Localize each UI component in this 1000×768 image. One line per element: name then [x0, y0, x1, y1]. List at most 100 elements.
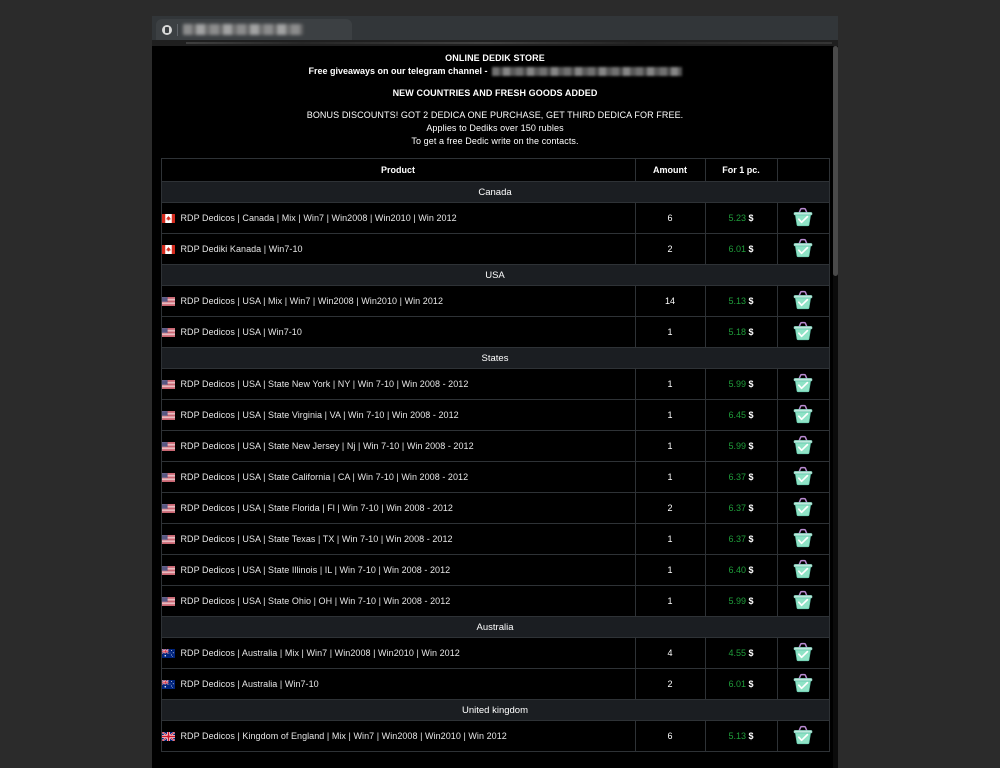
- basket-check-icon[interactable]: [792, 466, 814, 486]
- product-label: RDP Dedicos | USA | State New Jersey | N…: [181, 441, 474, 451]
- telegram-line: Free giveaways on our telegram channel -: [162, 65, 828, 78]
- table-row: RDP Dedicos | USA | State Texas | TX | W…: [161, 524, 829, 555]
- product-cell: RDP Dedicos | Australia | Win7-10: [161, 669, 635, 700]
- price-value: 6.01: [728, 244, 746, 254]
- product-label: RDP Dedicos | Canada | Mix | Win7 | Win2…: [181, 213, 457, 223]
- basket-check-icon[interactable]: [792, 290, 814, 310]
- product-cell: RDP Dedicos | Kingdom of England | Mix |…: [161, 721, 635, 752]
- product-label: RDP Dedicos | USA | Win7-10: [181, 327, 302, 337]
- product-cell: RDP Dedicos | Canada | Mix | Win7 | Win2…: [161, 203, 635, 234]
- telegram-link-redacted[interactable]: [492, 67, 682, 76]
- basket-check-icon[interactable]: [792, 321, 814, 341]
- buy-cell[interactable]: [777, 493, 829, 524]
- buy-cell[interactable]: [777, 555, 829, 586]
- price-cell: 5.18 $: [705, 317, 777, 348]
- basket-check-icon[interactable]: [792, 207, 814, 227]
- basket-check-icon[interactable]: [792, 528, 814, 548]
- product-label: RDP Dedicos | USA | State California | C…: [181, 472, 469, 482]
- price-cell: 5.23 $: [705, 203, 777, 234]
- price-cell: 6.37 $: [705, 493, 777, 524]
- price-currency: $: [749, 410, 754, 420]
- buy-cell[interactable]: [777, 524, 829, 555]
- flag-us-icon: [162, 380, 175, 389]
- promo-bonus-line-1: BONUS DISCOUNTS! GOT 2 DEDICA ONE PURCHA…: [162, 109, 828, 122]
- section-title: USA: [161, 265, 829, 286]
- buy-cell[interactable]: [777, 317, 829, 348]
- price-value: 6.01: [728, 679, 746, 689]
- buy-cell[interactable]: [777, 721, 829, 752]
- buy-cell[interactable]: [777, 669, 829, 700]
- product-cell: RDP Dedicos | Australia | Mix | Win7 | W…: [161, 638, 635, 669]
- amount-cell: 6: [635, 721, 705, 752]
- table-row: RDP Dedicos | USA | Mix | Win7 | Win2008…: [161, 286, 829, 317]
- product-cell: RDP Dedicos | USA | State New York | NY …: [161, 369, 635, 400]
- price-cell: 5.13 $: [705, 721, 777, 752]
- price-currency: $: [749, 565, 754, 575]
- price-currency: $: [749, 379, 754, 389]
- flag-us-icon: [162, 504, 175, 513]
- price-value: 5.99: [728, 379, 746, 389]
- amount-cell: 1: [635, 431, 705, 462]
- price-value: 6.37: [728, 503, 746, 513]
- promo-spacer-1: [162, 78, 828, 87]
- price-value: 6.37: [728, 472, 746, 482]
- basket-check-icon[interactable]: [792, 238, 814, 258]
- buy-cell[interactable]: [777, 286, 829, 317]
- buy-cell[interactable]: [777, 586, 829, 617]
- basket-check-icon[interactable]: [792, 497, 814, 517]
- product-cell: RDP Dediki Kanada | Win7-10: [161, 234, 635, 265]
- browser-tab[interactable]: [156, 19, 352, 40]
- basket-check-icon[interactable]: [792, 373, 814, 393]
- table-row: RDP Dedicos | Canada | Mix | Win7 | Win2…: [161, 203, 829, 234]
- product-label: RDP Dedicos | Australia | Win7-10: [181, 679, 319, 689]
- table-row: RDP Dediki Kanada | Win7-1026.01 $: [161, 234, 829, 265]
- basket-check-icon[interactable]: [792, 435, 814, 455]
- buy-cell[interactable]: [777, 638, 829, 669]
- amount-cell: 2: [635, 493, 705, 524]
- screen: ONLINE DEDIK STORE Free giveaways on our…: [0, 0, 1000, 768]
- buy-cell[interactable]: [777, 400, 829, 431]
- section-header-row: Canada: [161, 182, 829, 203]
- buy-cell[interactable]: [777, 462, 829, 493]
- price-cell: 6.40 $: [705, 555, 777, 586]
- goods-table-head: Product Amount For 1 pc.: [161, 159, 829, 182]
- price-cell: 5.99 $: [705, 586, 777, 617]
- price-currency: $: [749, 244, 754, 254]
- basket-check-icon[interactable]: [792, 673, 814, 693]
- basket-check-icon[interactable]: [792, 559, 814, 579]
- product-label: RDP Dedicos | USA | State Texas | TX | W…: [181, 534, 453, 544]
- table-header-row: Product Amount For 1 pc.: [161, 159, 829, 182]
- browser-window: ONLINE DEDIK STORE Free giveaways on our…: [152, 16, 838, 768]
- price-currency: $: [749, 213, 754, 223]
- section-header-row: Australia: [161, 617, 829, 638]
- amount-cell: 1: [635, 586, 705, 617]
- section-title: Canada: [161, 182, 829, 203]
- price-value: 4.55: [728, 648, 746, 658]
- basket-check-icon[interactable]: [792, 642, 814, 662]
- section-title: Australia: [161, 617, 829, 638]
- price-cell: 6.01 $: [705, 669, 777, 700]
- basket-check-icon[interactable]: [792, 404, 814, 424]
- flag-ca-icon: [162, 245, 175, 254]
- product-cell: RDP Dedicos | USA | State Texas | TX | W…: [161, 524, 635, 555]
- page-scrollbar[interactable]: [833, 46, 838, 768]
- amount-cell: 2: [635, 669, 705, 700]
- product-cell: RDP Dedicos | USA | Mix | Win7 | Win2008…: [161, 286, 635, 317]
- price-cell: 4.55 $: [705, 638, 777, 669]
- telegram-label: Free giveaways on our telegram channel -: [308, 65, 487, 78]
- flag-au-icon: [162, 680, 175, 689]
- page-scrollbar-thumb[interactable]: [833, 46, 838, 276]
- goods-table-body: Canada RDP Dedicos | Canada | Mix | Win7 …: [161, 182, 829, 752]
- buy-cell[interactable]: [777, 234, 829, 265]
- buy-cell[interactable]: [777, 203, 829, 234]
- goods-table: Product Amount For 1 pc. Canada RDP Dedic…: [161, 158, 830, 752]
- buy-cell[interactable]: [777, 431, 829, 462]
- basket-check-icon[interactable]: [792, 590, 814, 610]
- price-currency: $: [749, 679, 754, 689]
- price-currency: $: [749, 596, 754, 606]
- buy-cell[interactable]: [777, 369, 829, 400]
- basket-check-icon[interactable]: [792, 725, 814, 745]
- tab-title-redacted: [183, 24, 303, 35]
- section-header-row: United kingdom: [161, 700, 829, 721]
- promo-spacer-2: [162, 100, 828, 109]
